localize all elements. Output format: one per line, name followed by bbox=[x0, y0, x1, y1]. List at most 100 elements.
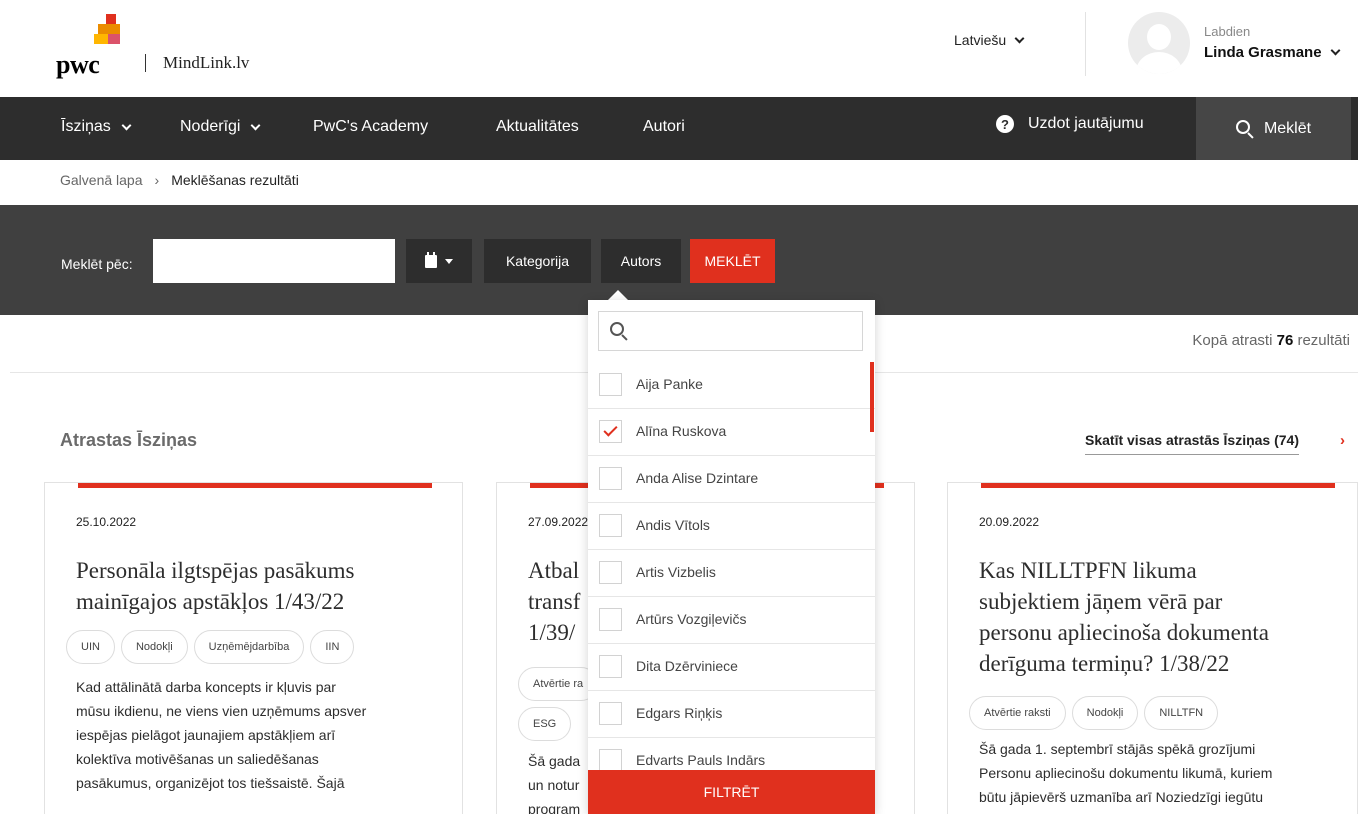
nav-item-label: Aktualitātes bbox=[496, 118, 579, 135]
author-name: Andis Vītols bbox=[636, 517, 710, 533]
card-excerpt: Šā gada 1. septembrī stājās spēkā grozīj… bbox=[979, 737, 1272, 809]
chevron-down-icon bbox=[1014, 33, 1025, 43]
logo-mark-icon bbox=[94, 14, 134, 46]
checkbox[interactable] bbox=[599, 467, 622, 490]
tag[interactable]: NILLTFN bbox=[1144, 696, 1219, 730]
card-title-line: subjektiem jāņem vērā par bbox=[979, 589, 1223, 614]
author-option[interactable]: Artūrs Vozgiļevičs bbox=[588, 597, 875, 644]
nav-item-isziņas[interactable]: Īsziņas bbox=[61, 118, 132, 136]
author-option[interactable]: Edgars Riņķis bbox=[588, 691, 875, 738]
results-suffix: rezultāti bbox=[1297, 332, 1350, 349]
checkbox-checked[interactable] bbox=[599, 420, 622, 443]
author-name: Aija Panke bbox=[636, 376, 703, 392]
author-option[interactable]: Alīna Ruskova bbox=[588, 409, 875, 456]
card-accent-bar bbox=[981, 483, 1335, 488]
ask-question-button[interactable]: ? Uzdot jautājumu bbox=[996, 115, 1144, 133]
card-title[interactable]: Personāla ilgtspējas pasākums mainīgajos… bbox=[76, 555, 355, 617]
user-menu[interactable]: Linda Grasmane bbox=[1204, 44, 1340, 61]
caret-down-icon bbox=[445, 258, 453, 264]
card-tags: UIN Nodokļi Uzņēmējdarbība IIN bbox=[66, 630, 355, 664]
author-option[interactable]: Artis Vizbelis bbox=[588, 550, 875, 597]
excerpt-line: Šā gada 1. septembrī stājās spēkā grozīj… bbox=[979, 741, 1256, 757]
search-submit-button[interactable]: MEKLĒT bbox=[690, 239, 775, 283]
tag[interactable]: Uzņēmējdarbība bbox=[193, 630, 305, 664]
nav-item-academy[interactable]: PwC's Academy bbox=[313, 118, 428, 136]
logo-divider bbox=[145, 54, 146, 72]
checkbox[interactable] bbox=[599, 702, 622, 725]
date-filter-button[interactable] bbox=[406, 239, 472, 283]
language-selector[interactable]: Latviešu bbox=[954, 32, 1025, 48]
author-option[interactable]: Anda Alise Dzintare bbox=[588, 456, 875, 503]
dropdown-scrollbar[interactable] bbox=[870, 362, 874, 432]
excerpt-line: iespējas pielāgot jaunajiem apstākļiem a… bbox=[76, 727, 336, 743]
question-icon: ? bbox=[996, 115, 1014, 133]
tag[interactable]: Atvērtie raksti bbox=[969, 696, 1066, 730]
calendar-icon bbox=[425, 251, 437, 268]
card-title-line: Atbal bbox=[528, 558, 580, 583]
chevron-down-icon bbox=[121, 120, 132, 130]
checkbox[interactable] bbox=[599, 655, 622, 678]
avatar-body bbox=[1136, 52, 1182, 74]
results-number: 76 bbox=[1276, 332, 1294, 349]
nav-search-label: Meklēt bbox=[1263, 119, 1312, 137]
excerpt-line: Kad attālinātā darba koncepts ir kļuvis … bbox=[76, 679, 336, 695]
excerpt-line: būtu jāpievērš uzmanība arī Noziedzīgi i… bbox=[979, 789, 1264, 805]
card-excerpt: Kad attālinātā darba koncepts ir kļuvis … bbox=[76, 675, 366, 795]
checkbox[interactable] bbox=[599, 608, 622, 631]
tag[interactable]: Atvērtie ra bbox=[518, 667, 599, 701]
main-nav: Īsziņas Noderīgi PwC's Academy Aktualitā… bbox=[0, 97, 1358, 160]
results-count: Kopā atrasti 76 rezultāti bbox=[1192, 332, 1350, 349]
card-title[interactable]: Kas NILLTPFN likuma subjektiem jāņem vēr… bbox=[979, 555, 1269, 679]
author-option[interactable]: Edvarts Pauls Indārs bbox=[588, 738, 875, 772]
search-input[interactable] bbox=[153, 239, 395, 283]
card-date: 27.09.2022 bbox=[528, 515, 589, 529]
nav-item-label: Autori bbox=[643, 118, 685, 135]
author-search-field[interactable] bbox=[598, 311, 863, 351]
news-card[interactable]: 20.09.2022 Kas NILLTPFN likuma subjektie… bbox=[947, 482, 1358, 814]
header-divider bbox=[1085, 12, 1086, 76]
pwc-logo[interactable]: pwc bbox=[56, 14, 136, 79]
author-option[interactable]: Dita Dzērviniece bbox=[588, 644, 875, 691]
author-name: Artis Vizbelis bbox=[636, 564, 716, 580]
breadcrumb-home[interactable]: Galvenā lapa bbox=[60, 172, 143, 188]
nav-item-aktualitates[interactable]: Aktualitātes bbox=[496, 118, 579, 136]
logo-wordmark: pwc bbox=[56, 50, 100, 79]
author-search-input[interactable] bbox=[635, 320, 855, 342]
category-filter-button[interactable]: Kategorija bbox=[484, 239, 591, 283]
checkbox[interactable] bbox=[599, 373, 622, 396]
nav-search-button[interactable]: Meklēt bbox=[1196, 97, 1351, 160]
card-tags: Atvērtie raksti Nodokļi NILLTFN bbox=[969, 696, 1219, 730]
filter-button[interactable]: FILTRĒT bbox=[588, 770, 875, 814]
card-title-line: personu apliecinoša dokumenta bbox=[979, 620, 1269, 645]
chevron-right-icon: › bbox=[1340, 432, 1345, 449]
checkbox[interactable] bbox=[599, 561, 622, 584]
author-name: Edvarts Pauls Indārs bbox=[636, 752, 766, 768]
author-option[interactable]: Andis Vītols bbox=[588, 503, 875, 550]
avatar[interactable] bbox=[1128, 12, 1190, 74]
avatar-head bbox=[1147, 24, 1171, 50]
card-title-line: mainīgajos apstākļos 1/43/22 bbox=[76, 589, 345, 614]
tag[interactable]: Nodokļi bbox=[1071, 696, 1139, 730]
chevron-down-icon bbox=[251, 120, 261, 130]
tag[interactable]: UIN bbox=[66, 630, 115, 664]
nav-item-label: Īsziņas bbox=[61, 118, 111, 135]
card-title[interactable]: Atbal transf 1/39/ bbox=[528, 555, 580, 648]
breadcrumb-separator: › bbox=[154, 172, 160, 188]
nav-item-autori[interactable]: Autori bbox=[643, 118, 685, 136]
author-option[interactable]: Aija Panke bbox=[588, 362, 875, 409]
tag[interactable]: ESG bbox=[518, 707, 572, 741]
excerpt-line: pasākumus, organizējot tos tiešsaistē. Š… bbox=[76, 775, 345, 791]
checkbox[interactable] bbox=[599, 514, 622, 537]
tag[interactable]: Nodokļi bbox=[120, 630, 188, 664]
tag[interactable]: IIN bbox=[310, 630, 355, 664]
excerpt-line: kolektīva motivēšanas un saliedēšanas bbox=[76, 751, 319, 767]
see-all-link[interactable]: Skatīt visas atrastās Īsziņas (74) bbox=[1085, 432, 1300, 455]
author-filter-button[interactable]: Autors bbox=[601, 239, 681, 283]
news-card[interactable]: 25.10.2022 Personāla ilgtspējas pasākums… bbox=[44, 482, 463, 814]
checkbox[interactable] bbox=[599, 749, 622, 772]
nav-item-noderigi[interactable]: Noderīgi bbox=[180, 118, 261, 136]
author-list: Aija Panke Alīna Ruskova Anda Alise Dzin… bbox=[588, 362, 875, 772]
nav-item-label: PwC's Academy bbox=[313, 118, 429, 135]
card-title-line: derīguma termiņu? 1/38/22 bbox=[979, 651, 1230, 676]
site-name[interactable]: MindLink.lv bbox=[163, 53, 249, 73]
